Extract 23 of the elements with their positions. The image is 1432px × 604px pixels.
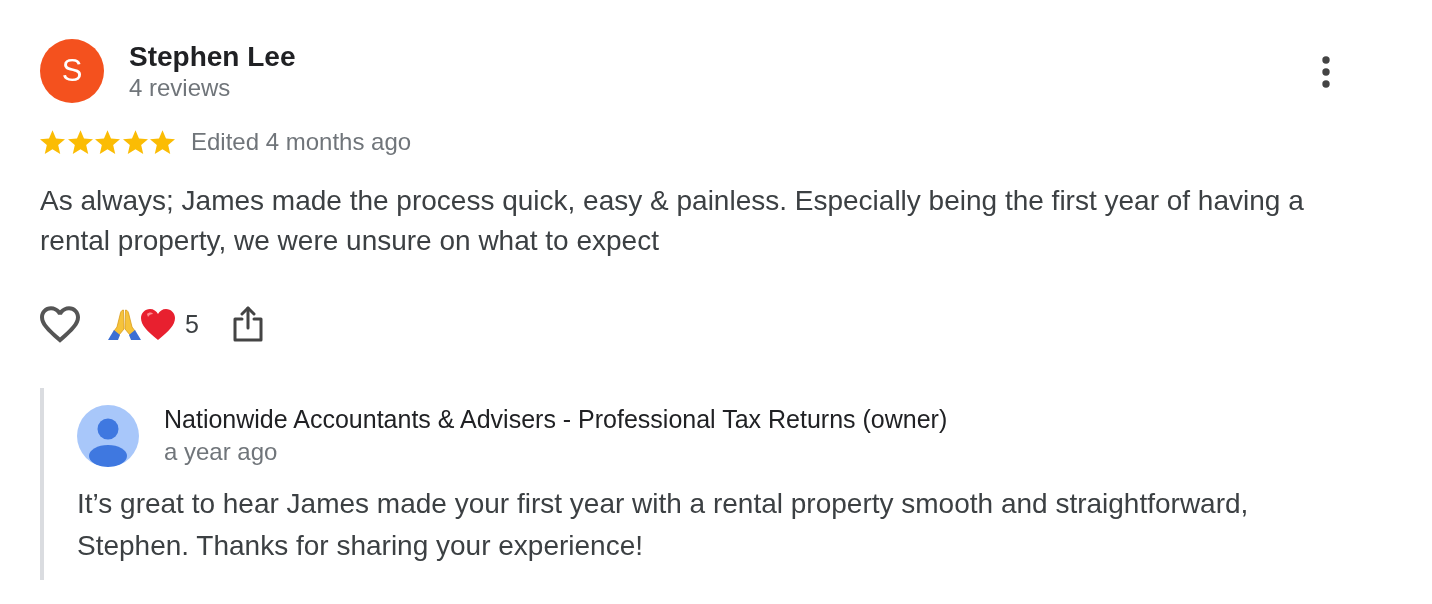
more-options-button[interactable] xyxy=(1322,56,1330,88)
owner-name: Nationwide Accountants & Advisers - Professional Tax Returns (owner) xyxy=(164,404,948,435)
like-button[interactable] xyxy=(40,305,80,343)
praying-hands-icon xyxy=(108,308,141,340)
heart-icon xyxy=(141,308,175,340)
person-avatar-icon[interactable] xyxy=(77,405,139,467)
review-count[interactable]: 4 reviews xyxy=(129,74,296,102)
review-time: Edited 4 months ago xyxy=(191,127,412,157)
more-options-icon xyxy=(1322,56,1330,88)
star-icon xyxy=(40,130,65,154)
star-icon xyxy=(67,130,93,154)
reply-text: It’s great to hear James made your first year with a rental property smooth and straightforward, Stephen. Thanks for sharing your experience! xyxy=(77,487,1250,563)
share-button[interactable] xyxy=(232,306,263,342)
star-icon xyxy=(122,130,148,154)
star-icon xyxy=(95,130,120,154)
review-text: As always; James made the process quick, easy & painless. Especially being the first year of having a rental property, we were unsure on what to expect xyxy=(40,184,1305,258)
heart-outline-icon xyxy=(40,305,80,343)
star-icon xyxy=(150,130,175,154)
author-avatar[interactable]: S xyxy=(40,39,104,103)
author-name[interactable]: Stephen Lee xyxy=(129,40,296,74)
share-icon xyxy=(232,306,263,342)
reaction-count: 5 xyxy=(185,309,199,339)
reply-time: a year ago xyxy=(164,437,279,467)
